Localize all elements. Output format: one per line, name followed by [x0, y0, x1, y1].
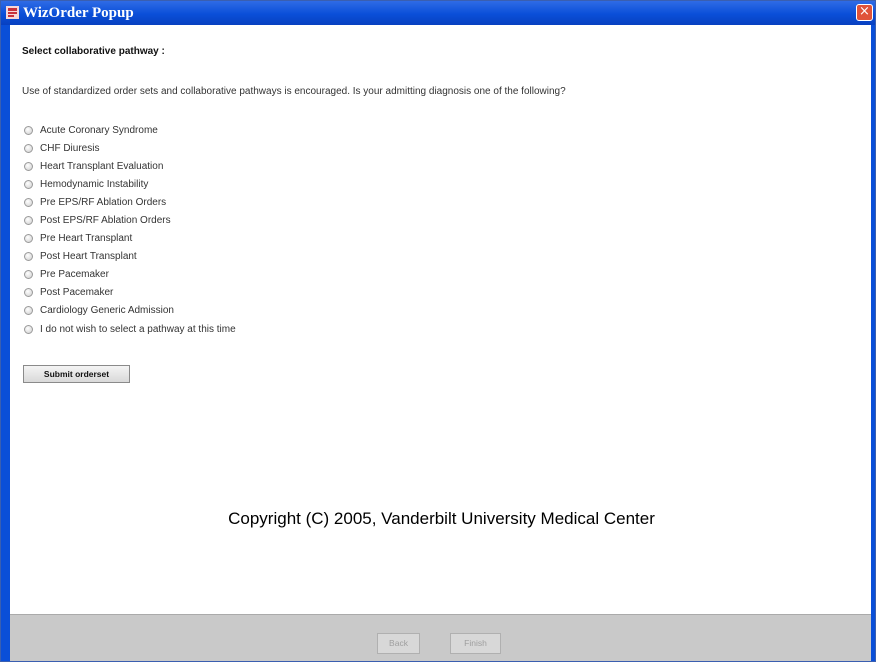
pathway-option-heart-transplant-evaluation[interactable]: Heart Transplant Evaluation [24, 157, 236, 175]
pathway-option-acute-coronary-syndrome[interactable]: Acute Coronary Syndrome [24, 121, 236, 139]
option-label: I do not wish to select a pathway at thi… [40, 323, 236, 335]
pathway-option-post-eps-rf-ablation[interactable]: Post EPS/RF Ablation Orders [24, 211, 236, 229]
option-label: Pre EPS/RF Ablation Orders [40, 196, 167, 208]
radio-button[interactable] [24, 234, 33, 244]
right-border [871, 25, 875, 661]
option-label: Post Pacemaker [40, 287, 114, 299]
pathway-option-no-pathway[interactable]: I do not wish to select a pathway at thi… [24, 320, 236, 338]
app-icon [6, 6, 19, 19]
pathway-options: Acute Coronary Syndrome CHF Diuresis Hea… [24, 121, 236, 338]
pathway-option-pre-eps-rf-ablation[interactable]: Pre EPS/RF Ablation Orders [24, 193, 236, 211]
radio-button[interactable] [24, 143, 33, 153]
option-label: Hemodynamic Instability [40, 178, 149, 190]
radio-button[interactable] [24, 288, 33, 298]
radio-button[interactable] [24, 179, 33, 189]
radio-button[interactable] [24, 161, 33, 171]
pathway-option-post-pacemaker[interactable]: Post Pacemaker [24, 284, 236, 302]
pathway-option-post-heart-transplant[interactable]: Post Heart Transplant [24, 248, 236, 266]
option-label: Pre Heart Transplant [40, 233, 133, 245]
back-button[interactable]: Back [377, 633, 420, 654]
finish-button[interactable]: Finish [450, 633, 501, 654]
option-label: Cardiology Generic Admission [40, 305, 174, 317]
pathway-option-cardiology-generic-admission[interactable]: Cardiology Generic Admission [24, 302, 236, 320]
radio-button[interactable] [24, 270, 33, 280]
left-border [1, 25, 10, 661]
option-label: Post EPS/RF Ablation Orders [40, 215, 171, 227]
popup-content: Select collaborative pathway : Use of st… [10, 25, 871, 615]
radio-button[interactable] [24, 324, 33, 334]
option-label: CHF Diuresis [40, 142, 100, 154]
footer-bar: Back Finish [10, 614, 871, 661]
close-icon[interactable]: × [856, 4, 873, 21]
radio-button[interactable] [24, 306, 33, 316]
copyright-notice: Copyright (C) 2005, Vanderbilt Universit… [228, 509, 655, 528]
option-label: Heart Transplant Evaluation [40, 160, 164, 172]
radio-button[interactable] [24, 197, 33, 207]
option-label: Post Heart Transplant [40, 251, 137, 263]
title-bar[interactable]: WizOrder Popup × [1, 1, 875, 25]
pathway-option-pre-pacemaker[interactable]: Pre Pacemaker [24, 266, 236, 284]
intro-text: Use of standardized order sets and colla… [22, 86, 566, 97]
submit-orderset-button[interactable]: Submit orderset [23, 365, 130, 383]
radio-button[interactable] [24, 216, 33, 226]
page-title: Select collaborative pathway : [22, 46, 165, 57]
radio-button[interactable] [24, 125, 33, 135]
pathway-option-hemodynamic-instability[interactable]: Hemodynamic Instability [24, 175, 236, 193]
pathway-option-pre-heart-transplant[interactable]: Pre Heart Transplant [24, 230, 236, 248]
window-title: WizOrder Popup [23, 5, 134, 21]
option-label: Pre Pacemaker [40, 269, 109, 281]
radio-button[interactable] [24, 252, 33, 262]
wizorder-window: WizOrder Popup × Select collaborative pa… [0, 0, 876, 662]
pathway-option-chf-diuresis[interactable]: CHF Diuresis [24, 139, 236, 157]
option-label: Acute Coronary Syndrome [40, 124, 158, 136]
